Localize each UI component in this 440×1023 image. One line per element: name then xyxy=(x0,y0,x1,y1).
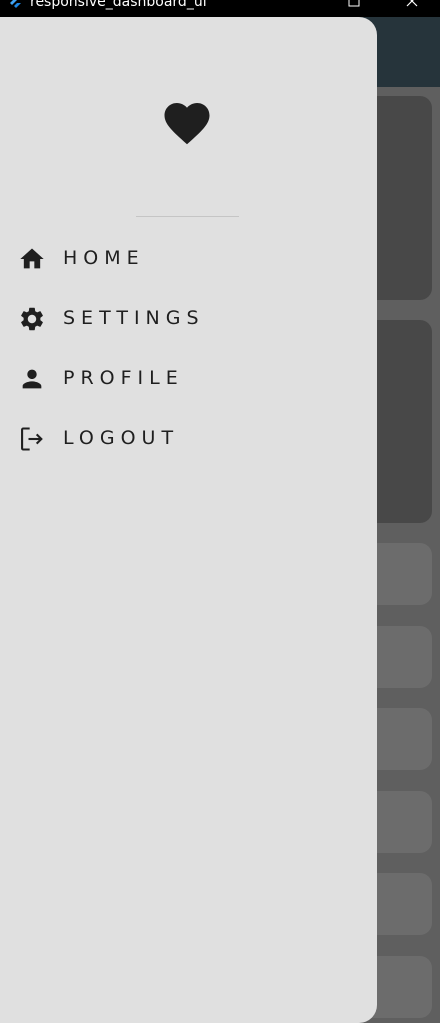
drawer-divider xyxy=(136,216,239,217)
home-icon xyxy=(20,248,44,269)
settings-icon xyxy=(21,307,43,331)
nav-item-settings[interactable]: SETTINGS xyxy=(0,289,377,349)
window-title: responsive_dashboard_ui xyxy=(30,0,207,10)
logout-icon xyxy=(21,427,43,451)
navigation-drawer: HOME SETTINGS PROFILE LOGOUT xyxy=(0,17,377,1023)
window-titlebar: responsive_dashboard_ui xyxy=(0,0,440,17)
nav-item-logout[interactable]: LOGOUT xyxy=(0,409,377,469)
flutter-icon xyxy=(10,0,21,8)
nav-item-label: PROFILE xyxy=(63,367,184,389)
maximize-icon[interactable] xyxy=(345,0,363,10)
nav-item-home[interactable]: HOME xyxy=(0,229,377,289)
heart-icon xyxy=(164,103,210,145)
nav-item-profile[interactable]: PROFILE xyxy=(0,349,377,409)
nav-item-label: LOGOUT xyxy=(63,427,180,449)
person-icon xyxy=(22,369,42,389)
nav-item-label: HOME xyxy=(63,247,145,269)
close-icon[interactable] xyxy=(403,0,421,10)
nav-item-label: SETTINGS xyxy=(63,307,205,329)
